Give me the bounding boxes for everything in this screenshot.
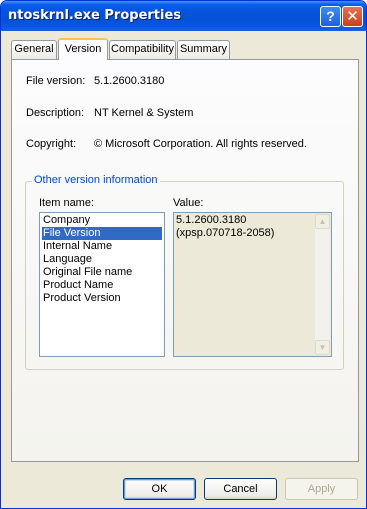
list-item-product-name[interactable]: Product Name — [42, 279, 113, 292]
item-name-label: Item name: — [39, 197, 95, 209]
window-title: ntoskrnl.exe Properties — [8, 8, 182, 23]
close-button[interactable]: ✕ — [342, 6, 363, 27]
group-title: Other version information — [32, 174, 160, 186]
list-item-original-file-name[interactable]: Original File name — [42, 266, 132, 279]
version-tab-panel: File version: 5.1.2600.3180 Description:… — [11, 59, 359, 462]
scroll-down-button[interactable]: ▼ — [315, 340, 330, 355]
description-value: NT Kernel & System — [94, 107, 194, 119]
value-text: 5.1.2600.3180 (xpsp.070718-2058) — [176, 214, 274, 240]
tab-general[interactable]: General — [11, 40, 57, 59]
item-name-list[interactable]: Company File Version Internal Name Langu… — [39, 212, 165, 357]
title-bar[interactable]: ntoskrnl.exe Properties ? ✕ — [1, 1, 366, 31]
value-label: Value: — [173, 197, 204, 209]
value-box[interactable]: 5.1.2600.3180 (xpsp.070718-2058) ▲ ▼ — [173, 212, 332, 357]
list-item-product-version[interactable]: Product Version — [42, 292, 121, 305]
help-icon: ? — [326, 8, 335, 24]
list-item-internal-name[interactable]: Internal Name — [42, 240, 112, 253]
cancel-button[interactable]: Cancel — [204, 478, 277, 500]
apply-button[interactable]: Apply — [285, 478, 358, 500]
value-line: (xpsp.070718-2058) — [176, 227, 275, 239]
tab-compatibility[interactable]: Compatibility — [109, 40, 176, 59]
value-line: 5.1.2600.3180 — [176, 214, 247, 226]
help-button[interactable]: ? — [320, 6, 341, 27]
description-label: Description: — [26, 107, 85, 119]
tab-version[interactable]: Version — [58, 38, 108, 60]
list-item-company[interactable]: Company — [42, 214, 90, 227]
scroll-up-button[interactable]: ▲ — [315, 214, 330, 229]
properties-window: ntoskrnl.exe Properties ? ✕ General Vers… — [0, 0, 367, 509]
up-arrow-icon: ▲ — [318, 217, 327, 226]
copyright-value: © Microsoft Corporation. All rights rese… — [94, 138, 307, 150]
file-version-value: 5.1.2600.3180 — [94, 75, 165, 87]
ok-button[interactable]: OK — [123, 478, 196, 500]
value-scrollbar[interactable]: ▲ ▼ — [315, 214, 330, 355]
down-arrow-icon: ▼ — [318, 343, 327, 352]
list-item-file-version[interactable]: File Version — [42, 227, 162, 240]
copyright-label: Copyright: — [26, 138, 77, 150]
close-icon: ✕ — [346, 8, 359, 25]
list-item-language[interactable]: Language — [42, 253, 92, 266]
tab-summary[interactable]: Summary — [177, 40, 230, 59]
file-version-label: File version: — [26, 75, 86, 87]
other-version-info-group: Other version information Item name: Val… — [25, 174, 344, 370]
